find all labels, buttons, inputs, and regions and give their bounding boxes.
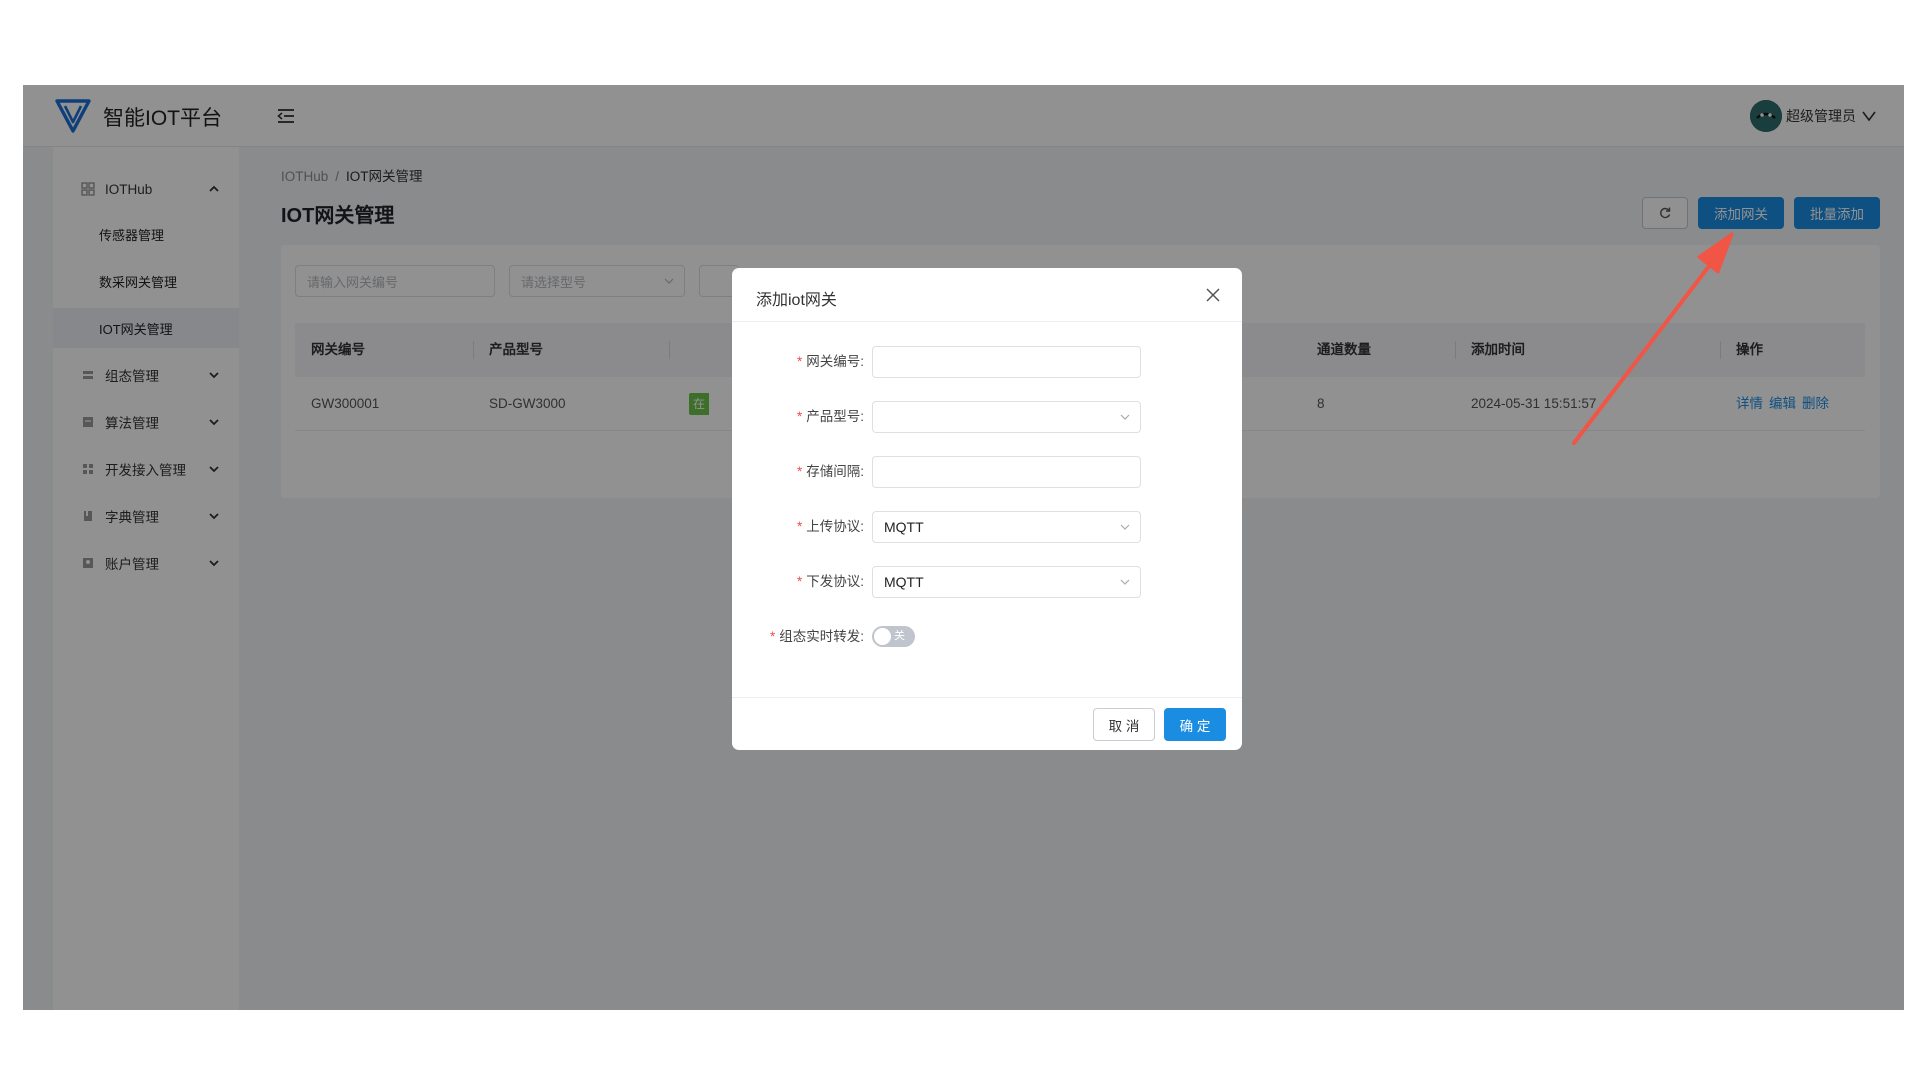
field-label: * 存储间隔: <box>797 456 864 488</box>
field-label-text: 网关编号: <box>806 354 864 369</box>
chevron-down-icon <box>1120 524 1130 530</box>
required-mark: * <box>796 519 803 534</box>
field-label-text: 产品型号: <box>806 409 864 424</box>
switch-state-text: 关 <box>894 630 905 642</box>
chevron-down-icon <box>1120 414 1130 420</box>
add-gateway-dialog: 添加iot网关 * 网关编号: * 产品型号: * 存储间隔: * 上传协议: MQTT <box>732 268 1242 750</box>
download-protocol-value: MQTT <box>884 574 924 590</box>
required-mark: * <box>796 409 803 424</box>
required-mark: * <box>796 354 803 369</box>
field-label-text: 组态实时转发: <box>779 629 864 644</box>
form-row-upload-protocol: * 上传协议: MQTT <box>732 511 1242 543</box>
model-select[interactable] <box>872 401 1141 433</box>
cancel-button[interactable]: 取 消 <box>1093 708 1155 741</box>
field-label: * 产品型号: <box>797 401 864 433</box>
form-row-storage-interval: * 存储间隔: <box>732 456 1242 488</box>
dialog-title: 添加iot网关 <box>756 292 837 309</box>
form-row-realtime-forward: * 组态实时转发: 关 <box>732 621 1242 653</box>
download-protocol-select[interactable]: MQTT <box>872 566 1141 598</box>
upload-protocol-select[interactable]: MQTT <box>872 511 1141 543</box>
form-row-gateway-no: * 网关编号: <box>732 346 1242 378</box>
dialog-divider <box>732 321 1242 322</box>
field-label-text: 下发协议: <box>806 574 864 589</box>
field-label-text: 上传协议: <box>806 519 864 534</box>
app-window: 智能IOT平台 超级管理员 IOTHub 传感器管理 数采网关管理 IOT网关管… <box>23 85 1904 1010</box>
field-label: * 网关编号: <box>797 346 864 378</box>
field-label: * 下发协议: <box>797 566 864 598</box>
switch-knob <box>874 628 891 645</box>
upload-protocol-value: MQTT <box>884 519 924 535</box>
storage-interval-input[interactable] <box>872 456 1141 488</box>
required-mark: * <box>796 464 803 479</box>
realtime-forward-switch[interactable]: 关 <box>872 626 915 647</box>
field-label: * 组态实时转发: <box>770 621 864 653</box>
close-icon[interactable] <box>1204 286 1222 304</box>
required-mark: * <box>796 574 803 589</box>
required-mark: * <box>769 629 776 644</box>
form-row-download-protocol: * 下发协议: MQTT <box>732 566 1242 598</box>
confirm-button[interactable]: 确 定 <box>1164 708 1226 741</box>
dialog-divider <box>732 697 1242 698</box>
gateway-no-input[interactable] <box>872 346 1141 378</box>
field-label-text: 存储间隔: <box>806 464 864 479</box>
field-label: * 上传协议: <box>797 511 864 543</box>
chevron-down-icon <box>1120 579 1130 585</box>
form-row-model: * 产品型号: <box>732 401 1242 433</box>
